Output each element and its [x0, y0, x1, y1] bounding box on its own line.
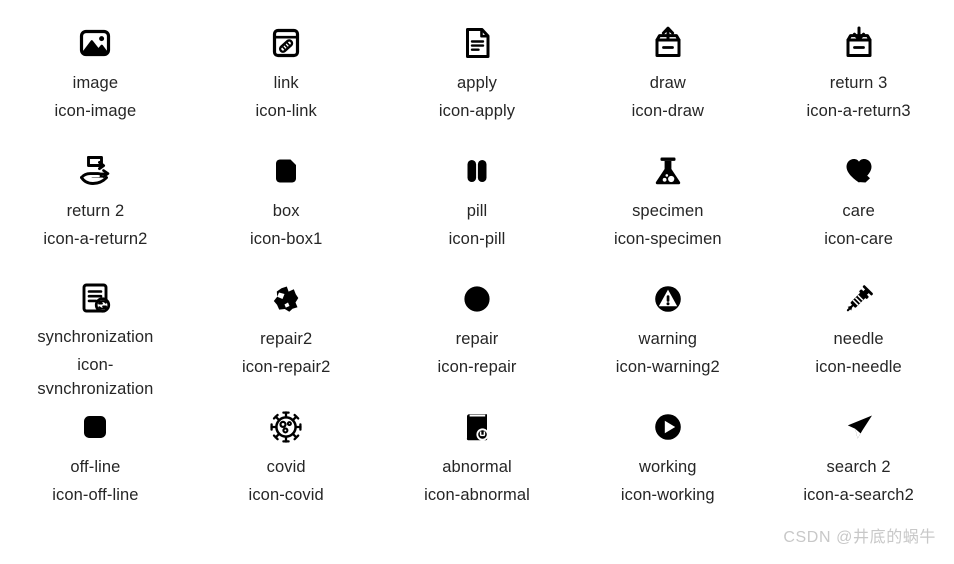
icon-card-icon-pill[interactable]: pill icon-pill [381, 138, 573, 266]
draw-upload-box-icon[interactable] [647, 22, 689, 64]
care-heart-icon[interactable] [838, 150, 880, 192]
icon-title: working [639, 458, 697, 476]
icon-title: repair2 [260, 330, 313, 348]
icon-card-icon-care[interactable]: care icon-care [763, 138, 954, 266]
csdn-watermark: CSDN @井底的蜗牛 [783, 529, 936, 546]
icon-title: off-line [70, 458, 121, 476]
pill-icon[interactable] [456, 150, 498, 192]
abnormal-book-icon[interactable] [456, 406, 498, 448]
icon-title: specimen [632, 202, 704, 220]
icon-class-name: icon-off-line [52, 486, 139, 504]
icon-card-icon-covid[interactable]: covid icon-covid [190, 394, 382, 522]
icon-class-name: icon-repair [437, 358, 517, 376]
icon-class-name: icon-covid [248, 486, 324, 504]
icon-card-icon-image[interactable]: image icon-image [0, 10, 191, 138]
icon-class-name: icon-apply [438, 102, 516, 120]
return3-download-box-icon[interactable] [838, 22, 880, 64]
specimen-flask-icon[interactable] [647, 150, 689, 192]
synchronization-icon[interactable] [74, 278, 116, 318]
icon-card-icon-specimen[interactable]: specimen icon-specimen [572, 138, 764, 266]
icon-class-name: icon-a-return2 [43, 230, 148, 248]
icon-class-name: icon-a-return3 [806, 102, 911, 120]
icon-title: abnormal [442, 458, 512, 476]
covid-virus-icon[interactable] [265, 406, 307, 448]
icon-card-icon-box1[interactable]: box icon-box1 [190, 138, 382, 266]
icon-class-name: icon-link [255, 102, 317, 120]
icon-card-icon-draw[interactable]: draw icon-draw [572, 10, 764, 138]
icon-title: image [72, 74, 119, 92]
icon-title: repair [455, 330, 499, 348]
icon-title: return 2 [66, 202, 125, 220]
icon-class-name: icon-a-search2 [803, 486, 914, 504]
icon-card-icon-a-search2[interactable]: search 2 icon-a-search2 [763, 394, 954, 522]
icon-card-icon-warning2[interactable]: warning icon-warning2 [572, 266, 764, 394]
icon-card-icon-needle[interactable]: needle icon-needle [763, 266, 954, 394]
icon-title: draw [649, 74, 686, 92]
icon-title: synchronization [37, 328, 154, 346]
icon-class-name: icon-draw [631, 102, 704, 120]
icon-title: link [273, 74, 299, 92]
box-icon[interactable] [265, 150, 307, 192]
return2-hand-icon[interactable] [74, 150, 116, 192]
icon-card-icon-repair[interactable]: repair icon-repair [381, 266, 573, 394]
icon-title: care [842, 202, 875, 220]
needle-syringe-icon[interactable] [838, 278, 880, 320]
icon-class-name: icon-working [620, 486, 715, 504]
image-icon[interactable] [74, 22, 116, 64]
icon-title: apply [457, 74, 497, 92]
icon-class-name: icon-needle [815, 358, 902, 376]
icon-card-icon-apply[interactable]: apply icon-apply [381, 10, 573, 138]
icon-title: needle [833, 330, 884, 348]
repair-circle-icon[interactable] [456, 278, 498, 320]
warning-icon[interactable] [647, 278, 689, 320]
search2-arrow-icon[interactable] [838, 406, 880, 448]
icon-card-icon-repair2[interactable]: repair2 icon-repair2 [190, 266, 382, 394]
off-line-square-icon[interactable] [74, 406, 116, 448]
icon-class-name: icon-box1 [249, 230, 323, 248]
icon-title: warning [638, 330, 698, 348]
icon-title: pill [466, 202, 488, 220]
icon-class-name: icon-warning2 [615, 358, 720, 376]
icon-card-icon-abnormal[interactable]: abnormal icon-abnormal [381, 394, 573, 522]
icon-gallery-grid: image icon-image link icon-link apply icon-… [0, 0, 954, 522]
icon-title: return 3 [829, 74, 888, 92]
icon-class-name: icon-abnormal [424, 486, 530, 504]
icon-title: search 2 [826, 458, 891, 476]
icon-class-name: icon-image [54, 102, 137, 120]
icon-card-icon-working[interactable]: working icon-working [572, 394, 764, 522]
icon-class-name: icon-pill [448, 230, 506, 248]
icon-title: box [272, 202, 300, 220]
link-icon[interactable] [265, 22, 307, 64]
repair2-icon[interactable] [265, 278, 307, 320]
working-play-icon[interactable] [647, 406, 689, 448]
icon-title: covid [266, 458, 306, 476]
icon-class-name: icon-repair2 [242, 358, 331, 376]
icon-card-icon-a-return3[interactable]: return 3 icon-a-return3 [763, 10, 954, 138]
icon-card-icon-a-return2[interactable]: return 2 icon-a-return2 [0, 138, 191, 266]
icon-card-icon-synchronization[interactable]: synchronization icon-synchronization [0, 266, 191, 398]
icon-card-icon-link[interactable]: link icon-link [190, 10, 382, 138]
icon-card-icon-off-line[interactable]: off-line icon-off-line [0, 394, 191, 522]
icon-class-name: icon-care [824, 230, 893, 248]
apply-document-icon[interactable] [456, 22, 498, 64]
icon-class-name: icon-specimen [613, 230, 722, 248]
